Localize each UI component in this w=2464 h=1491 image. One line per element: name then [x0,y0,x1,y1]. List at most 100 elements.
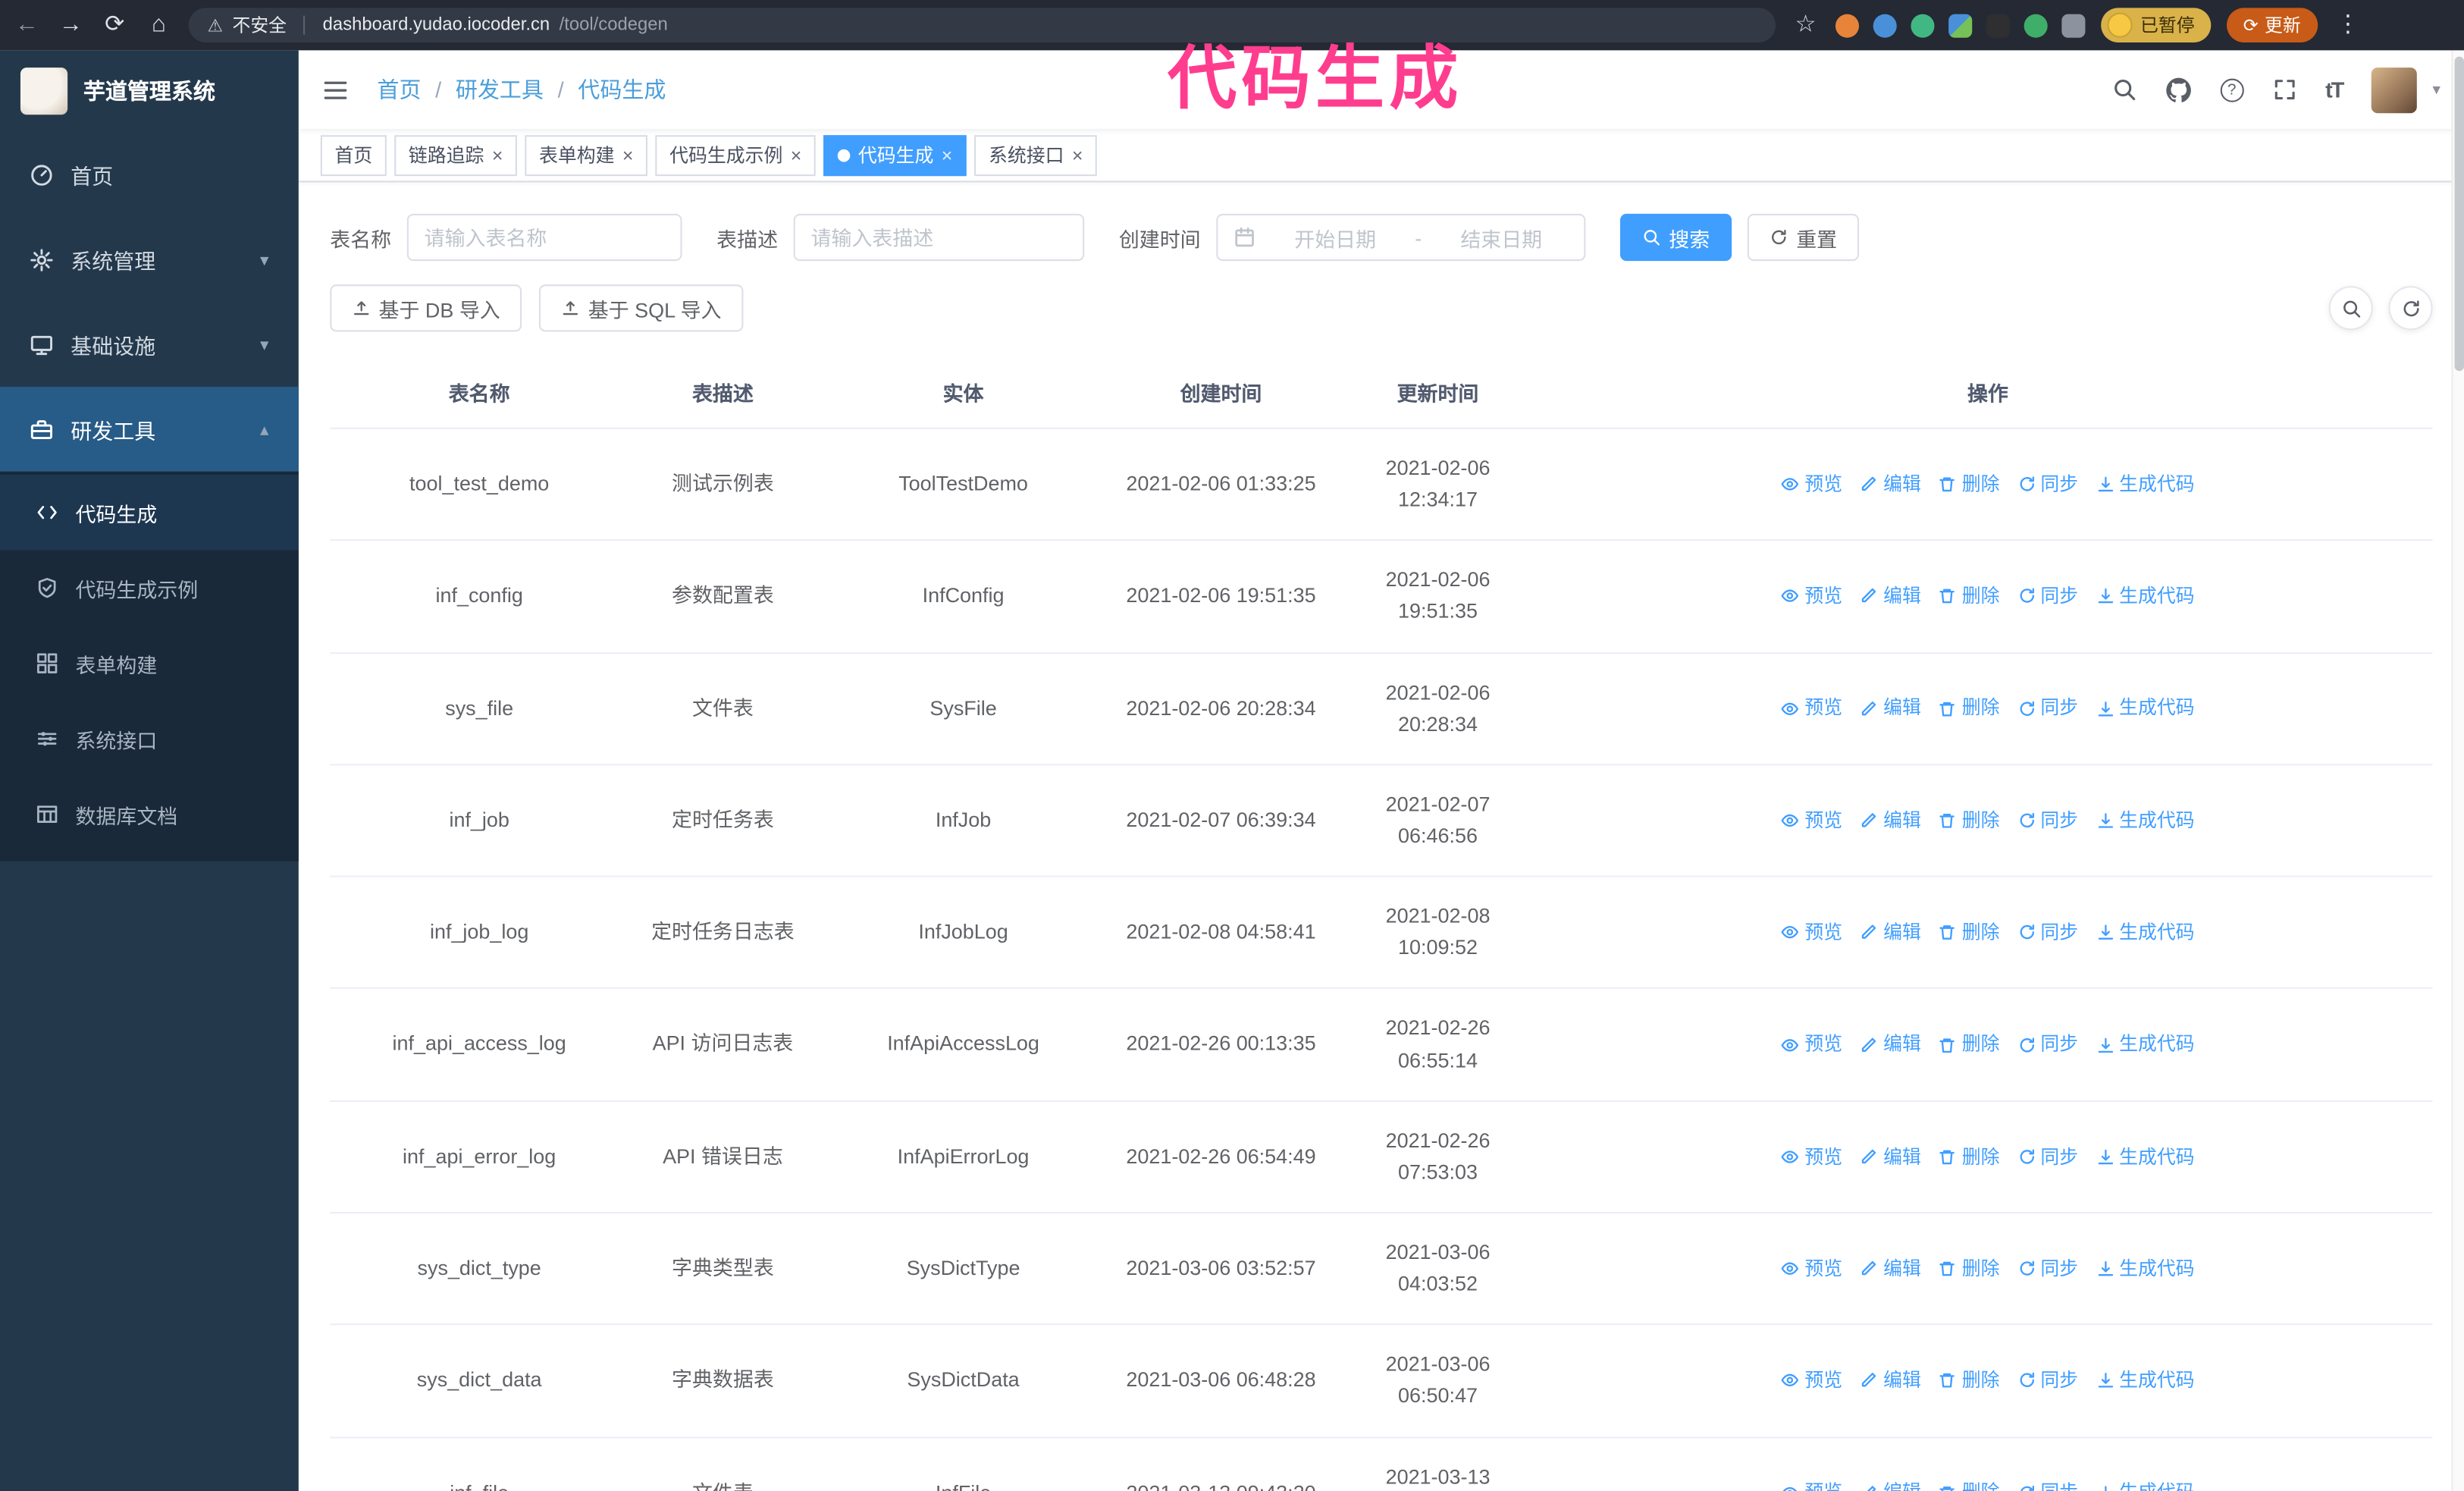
close-icon[interactable]: × [622,144,634,166]
tab-codegen[interactable]: 代码生成 × [823,134,967,176]
user-avatar[interactable] [2371,67,2417,113]
generate-code-action[interactable]: 生成代码 [2096,918,2195,947]
delete-action[interactable]: 删除 [1939,1254,2000,1284]
sidebar-item-db-doc[interactable]: 数据库文档 [0,777,299,852]
preview-action[interactable]: 预览 [1781,1366,1842,1395]
home-icon[interactable]: ⌂ [145,0,173,50]
extension-fox-icon[interactable] [1835,13,1860,37]
profile-paused-chip[interactable]: 已暂停 [2101,8,2211,42]
preview-action[interactable]: 预览 [1781,1254,1842,1284]
github-icon[interactable] [2165,77,2192,103]
generate-code-action[interactable]: 生成代码 [2096,1142,2195,1172]
scrollbar[interactable] [2451,50,2464,1491]
preview-action[interactable]: 预览 [1781,694,1842,724]
breadcrumb-home[interactable]: 首页 [377,74,421,105]
generate-code-action[interactable]: 生成代码 [2096,1478,2195,1491]
table-desc-input[interactable] [793,213,1085,262]
sidebar-collapse-icon[interactable] [322,77,349,103]
sync-action[interactable]: 同步 [2017,806,2078,836]
fullscreen-icon[interactable] [2272,77,2297,102]
sync-action[interactable]: 同步 [2017,1366,2078,1395]
delete-action[interactable]: 删除 [1939,806,2000,836]
sync-action[interactable]: 同步 [2017,918,2078,947]
help-icon[interactable]: ? [2220,77,2244,102]
close-icon[interactable]: × [492,144,503,166]
edit-action[interactable]: 编辑 [1860,1030,1921,1059]
extensions-puzzle-icon[interactable] [2061,13,2086,37]
generate-code-action[interactable]: 生成代码 [2096,582,2195,611]
extension-people-icon[interactable] [1948,13,1973,37]
tab-codegen-example[interactable]: 代码生成示例 × [655,134,816,176]
sync-action[interactable]: 同步 [2017,694,2078,724]
edit-action[interactable]: 编辑 [1860,1142,1921,1172]
import-sql-button[interactable]: 基于 SQL 导入 [539,284,744,332]
preview-action[interactable]: 预览 [1781,469,1842,499]
edit-action[interactable]: 编辑 [1860,694,1921,724]
edit-action[interactable]: 编辑 [1860,806,1921,836]
import-db-button[interactable]: 基于 DB 导入 [330,284,522,332]
sync-action[interactable]: 同步 [2017,1030,2078,1059]
edit-action[interactable]: 编辑 [1860,1254,1921,1284]
generate-code-action[interactable]: 生成代码 [2096,1366,2195,1395]
reset-button[interactable]: 重置 [1747,213,1860,262]
delete-action[interactable]: 删除 [1939,1478,2000,1491]
font-size-icon[interactable]: tT [2325,77,2344,102]
preview-action[interactable]: 预览 [1781,1030,1842,1059]
sidebar-item-codegen-example[interactable]: 代码生成示例 [0,550,299,625]
refresh-table-button[interactable] [2388,286,2433,331]
avatar-caret-icon[interactable]: ▾ [2432,81,2440,99]
close-icon[interactable]: × [1072,144,1083,166]
edit-action[interactable]: 编辑 [1860,1478,1921,1491]
delete-action[interactable]: 删除 [1939,469,2000,499]
preview-action[interactable]: 预览 [1781,918,1842,947]
vue-devtools-icon[interactable] [1911,13,1935,37]
edit-action[interactable]: 编辑 [1860,918,1921,947]
edit-action[interactable]: 编辑 [1860,1366,1921,1395]
close-icon[interactable]: × [942,144,953,166]
preview-action[interactable]: 预览 [1781,582,1842,611]
delete-action[interactable]: 删除 [1939,918,2000,947]
toggle-search-button[interactable] [2328,286,2373,331]
sidebar-item-infra[interactable]: 基础设施 ▾ [0,302,299,387]
search-button[interactable]: 搜索 [1620,213,1732,262]
sync-action[interactable]: 同步 [2017,1478,2078,1491]
extension-leaf-icon[interactable] [2024,13,2048,37]
sync-action[interactable]: 同步 [2017,582,2078,611]
bookmark-star-icon[interactable]: ☆ [1792,0,1820,50]
preview-action[interactable]: 预览 [1781,1142,1842,1172]
address-bar[interactable]: ⚠ 不安全 dashboard.yudao.iocoder.cn/tool/co… [188,8,1776,42]
tab-tracing[interactable]: 链路追踪 × [394,134,518,176]
sync-action[interactable]: 同步 [2017,1254,2078,1284]
sidebar-item-codegen[interactable]: 代码生成 [0,474,299,551]
search-icon[interactable] [2111,77,2136,102]
sidebar-item-home[interactable]: 首页 [0,132,299,217]
preview-action[interactable]: 预览 [1781,1478,1842,1491]
generate-code-action[interactable]: 生成代码 [2096,469,2195,499]
scrollbar-thumb[interactable] [2454,56,2464,372]
breadcrumb-devtools[interactable]: 研发工具 [456,74,544,105]
extension-drop-icon[interactable] [1873,13,1897,37]
sidebar-item-devtools[interactable]: 研发工具 ▴ [0,386,299,472]
sync-action[interactable]: 同步 [2017,469,2078,499]
tab-system-api[interactable]: 系统接口 × [974,134,1098,176]
tab-form-builder[interactable]: 表单构建 × [525,134,648,176]
tampermonkey-icon[interactable] [1986,13,2010,37]
forward-icon[interactable]: → [57,0,85,50]
sidebar-item-system[interactable]: 系统管理 ▾ [0,217,299,302]
generate-code-action[interactable]: 生成代码 [2096,806,2195,836]
table-name-input[interactable] [406,213,682,262]
delete-action[interactable]: 删除 [1939,1142,2000,1172]
delete-action[interactable]: 删除 [1939,1030,2000,1059]
delete-action[interactable]: 删除 [1939,694,2000,724]
sidebar-item-form-builder[interactable]: 表单构建 [0,626,299,701]
close-icon[interactable]: × [791,144,802,166]
date-range-picker[interactable]: 开始日期 - 结束日期 [1216,213,1586,262]
tab-home[interactable]: 首页 [320,134,387,176]
back-icon[interactable]: ← [13,0,41,50]
chrome-menu-icon[interactable]: ⋮ [2334,0,2362,50]
generate-code-action[interactable]: 生成代码 [2096,694,2195,724]
sync-action[interactable]: 同步 [2017,1142,2078,1172]
generate-code-action[interactable]: 生成代码 [2096,1254,2195,1284]
delete-action[interactable]: 删除 [1939,582,2000,611]
browser-update-button[interactable]: ⟳ 更新 [2225,8,2318,42]
